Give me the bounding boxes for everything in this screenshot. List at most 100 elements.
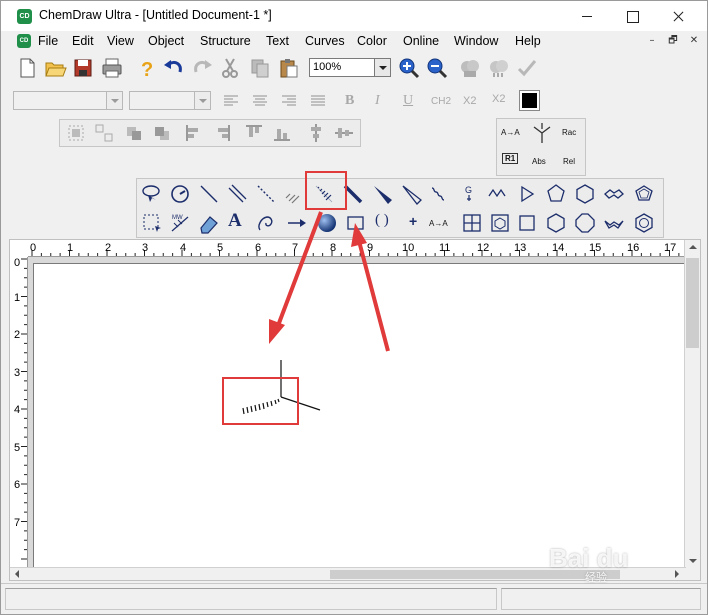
hashed-wedge-bond-tool[interactable] bbox=[312, 182, 336, 206]
pen-tool[interactable] bbox=[254, 211, 278, 235]
zoom-select[interactable]: 100% bbox=[309, 58, 391, 77]
menu-object[interactable]: Object bbox=[148, 34, 184, 48]
formula-button[interactable]: CH2 bbox=[431, 96, 451, 107]
lasso-tool[interactable] bbox=[140, 182, 164, 206]
triangle-ring-tool[interactable] bbox=[515, 182, 539, 206]
justify-button[interactable] bbox=[306, 89, 330, 113]
menu-edit[interactable]: Edit bbox=[72, 34, 94, 48]
size-select[interactable] bbox=[129, 91, 211, 110]
center-vertical-button[interactable] bbox=[304, 121, 328, 145]
menu-window[interactable]: Window bbox=[454, 34, 498, 48]
single-bond-tool[interactable] bbox=[197, 182, 221, 206]
scroll-down-button[interactable] bbox=[685, 553, 700, 569]
font-select[interactable] bbox=[13, 91, 123, 110]
check-structure-button[interactable] bbox=[515, 56, 539, 80]
stereo-center-button[interactable] bbox=[530, 121, 554, 145]
dashed-bond-tool[interactable] bbox=[254, 182, 278, 206]
molecule-drawing[interactable] bbox=[28, 257, 684, 569]
r1-group-button[interactable]: R1 bbox=[502, 153, 519, 164]
ungroup-button[interactable] bbox=[92, 121, 116, 145]
align-bottoms-button[interactable] bbox=[270, 121, 294, 145]
document-icon[interactable]: CD bbox=[17, 34, 31, 48]
group-button[interactable] bbox=[64, 121, 88, 145]
bold-button[interactable]: B bbox=[345, 93, 354, 109]
mdi-minimize-button[interactable]: – bbox=[644, 34, 660, 48]
align-left-button[interactable] bbox=[219, 89, 243, 113]
zoom-in-button[interactable] bbox=[397, 56, 421, 80]
size-dropdown-arrow[interactable] bbox=[194, 92, 210, 109]
menu-online[interactable]: Online bbox=[403, 34, 439, 48]
hexagon-ring-tool[interactable] bbox=[573, 182, 597, 206]
drawing-canvas[interactable] bbox=[28, 257, 684, 569]
cyclooctane-tool[interactable] bbox=[573, 211, 597, 235]
paste-button[interactable] bbox=[277, 56, 301, 80]
cyclohexane-tool[interactable] bbox=[544, 211, 568, 235]
italic-button[interactable]: I bbox=[375, 93, 380, 109]
cut-button[interactable] bbox=[219, 56, 243, 80]
rotate-tool[interactable] bbox=[168, 182, 192, 206]
hollow-wedge-tool[interactable] bbox=[399, 182, 423, 206]
zoom-out-button[interactable] bbox=[425, 56, 449, 80]
hashed-bond[interactable] bbox=[242, 398, 280, 415]
subscript-button[interactable]: X2 bbox=[463, 95, 476, 107]
cleanup-structure-button[interactable] bbox=[458, 56, 482, 80]
minimize-button[interactable] bbox=[564, 1, 610, 31]
print-button[interactable] bbox=[100, 56, 124, 80]
table-tool[interactable] bbox=[460, 211, 484, 235]
scroll-left-button[interactable] bbox=[10, 568, 25, 584]
cyclopropane-tool[interactable] bbox=[515, 211, 539, 235]
racemic-button[interactable]: Rac bbox=[562, 128, 576, 137]
drawing-elements-tool[interactable] bbox=[344, 211, 368, 235]
text-tool[interactable]: A bbox=[228, 210, 242, 232]
clean-up-button[interactable] bbox=[487, 56, 511, 80]
underline-button[interactable]: U bbox=[403, 93, 413, 109]
single-bond[interactable] bbox=[280, 396, 321, 411]
maximize-button[interactable] bbox=[609, 1, 655, 31]
scroll-right-button[interactable] bbox=[670, 568, 685, 584]
vertical-scroll-thumb[interactable] bbox=[686, 258, 699, 348]
menu-view[interactable]: View bbox=[107, 34, 134, 48]
horizontal-scrollbar[interactable] bbox=[10, 567, 686, 580]
templates-tool[interactable] bbox=[488, 211, 512, 235]
send-to-back-button[interactable] bbox=[150, 121, 174, 145]
boat-conformation-tool[interactable] bbox=[602, 211, 626, 235]
eraser-tool[interactable] bbox=[197, 211, 221, 235]
menu-color[interactable]: Color bbox=[357, 34, 387, 48]
double-bond-tool[interactable] bbox=[225, 182, 249, 206]
new-document-button[interactable] bbox=[15, 56, 39, 80]
undo-button[interactable] bbox=[161, 56, 185, 80]
query-tool[interactable]: G bbox=[457, 182, 481, 206]
horizontal-scroll-thumb[interactable] bbox=[330, 570, 620, 579]
scroll-up-button[interactable] bbox=[685, 240, 700, 256]
menu-file[interactable]: File bbox=[38, 34, 58, 48]
menu-help[interactable]: Help bbox=[515, 34, 541, 48]
absolute-button[interactable]: Abs bbox=[532, 157, 546, 166]
align-rights-button[interactable] bbox=[210, 121, 234, 145]
color-picker-button[interactable] bbox=[519, 90, 540, 111]
bold-bond-tool[interactable] bbox=[341, 182, 365, 206]
open-button[interactable] bbox=[43, 56, 67, 80]
align-tops-button[interactable] bbox=[242, 121, 266, 145]
flip-button[interactable]: A→A bbox=[501, 128, 520, 137]
pentagon-ring-tool[interactable] bbox=[544, 182, 568, 206]
close-button[interactable] bbox=[655, 1, 701, 31]
redo-button[interactable] bbox=[191, 56, 215, 80]
relative-button[interactable]: Rel bbox=[563, 157, 575, 166]
menu-structure[interactable]: Structure bbox=[200, 34, 251, 48]
mdi-close-button[interactable]: ✕ bbox=[686, 34, 702, 48]
align-center-button[interactable] bbox=[248, 89, 272, 113]
chemical-symbols-tool[interactable]: + bbox=[409, 213, 417, 229]
save-button[interactable] bbox=[71, 56, 95, 80]
marquee-tool[interactable] bbox=[140, 211, 164, 235]
benzene-tool[interactable] bbox=[632, 211, 656, 235]
reaction-tool[interactable]: A→A bbox=[429, 219, 448, 228]
center-horizontal-button[interactable] bbox=[332, 121, 356, 145]
mass-fragmentation-tool[interactable]: MW bbox=[168, 211, 192, 235]
brackets-tool[interactable]: ( ) bbox=[375, 212, 389, 229]
cyclopentadiene-tool[interactable] bbox=[632, 182, 656, 206]
vertical-scrollbar[interactable] bbox=[684, 240, 700, 569]
align-right-button[interactable] bbox=[277, 89, 301, 113]
arrow-tool[interactable] bbox=[285, 211, 309, 235]
orbital-tool[interactable] bbox=[315, 211, 339, 235]
wavy-bond-tool[interactable] bbox=[428, 182, 452, 206]
